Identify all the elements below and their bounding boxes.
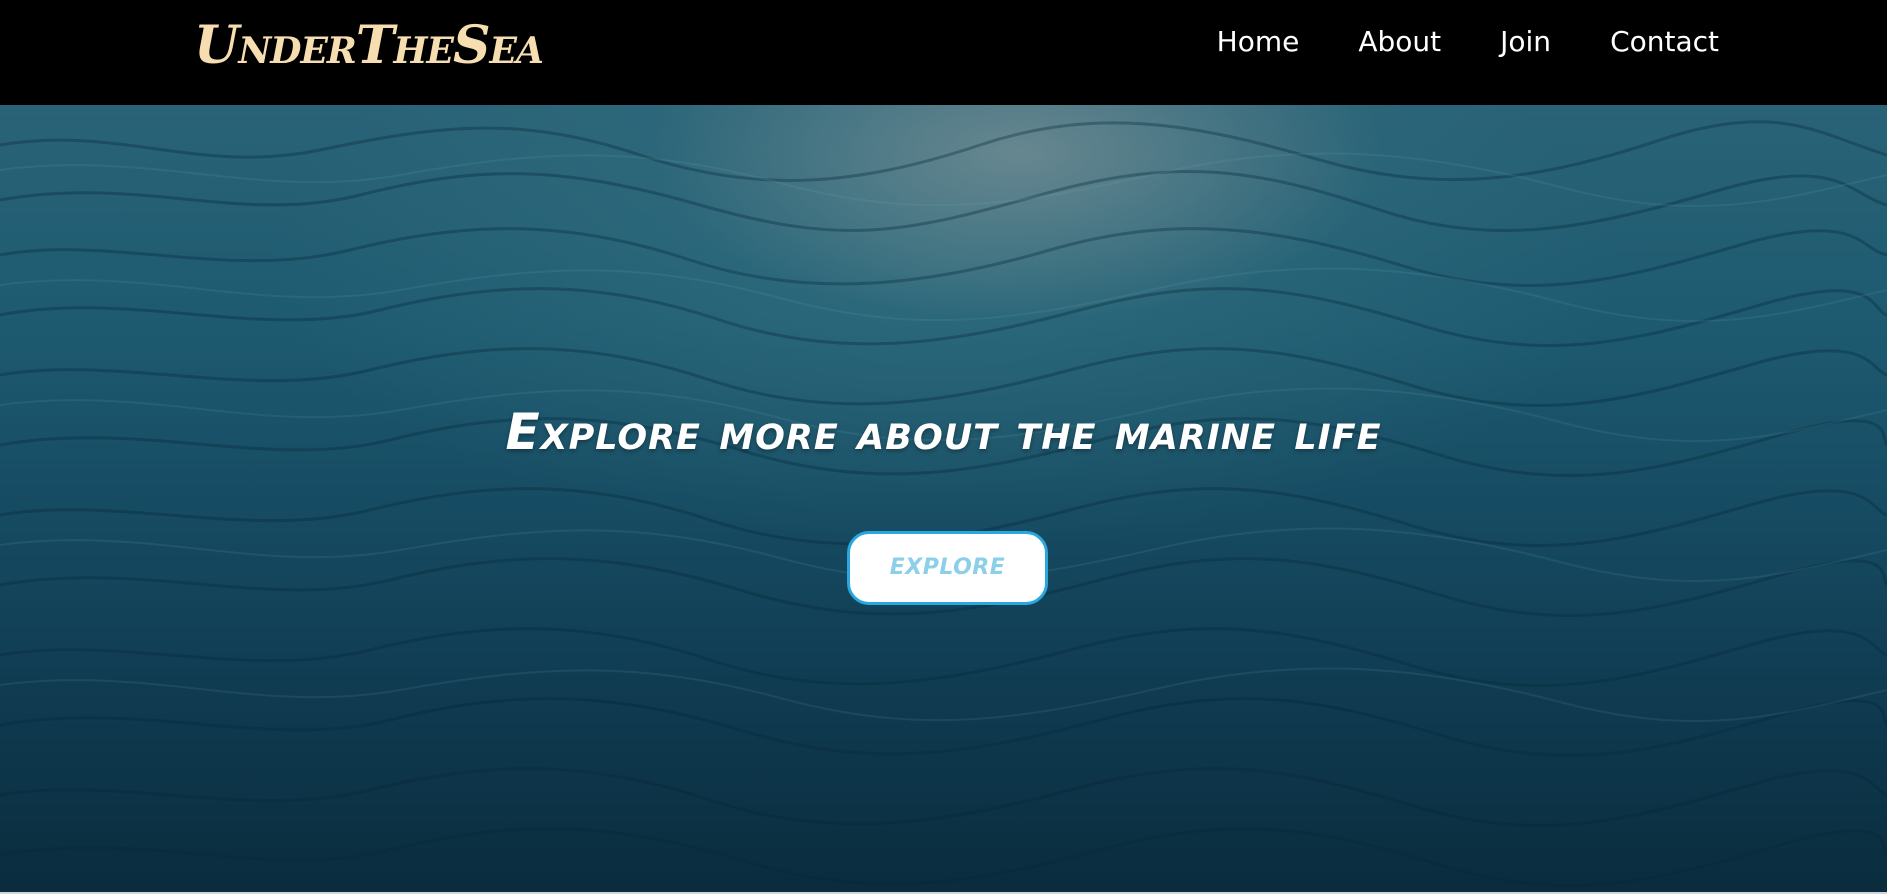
nav-link-contact[interactable]: Contact — [1610, 24, 1719, 60]
hero-section: Explore more about the marine life EXPLO… — [0, 105, 1887, 894]
navbar: UnderTheSea Home About Join Contact — [0, 0, 1887, 105]
brand-logo[interactable]: UnderTheSea — [194, 16, 544, 76]
nav-link-about[interactable]: About — [1358, 24, 1441, 60]
nav-link-join[interactable]: Join — [1500, 24, 1551, 60]
nav-link-home[interactable]: Home — [1217, 24, 1300, 60]
explore-button[interactable]: EXPLORE — [847, 531, 1048, 605]
nav-links: Home About Join Contact — [1158, 24, 1719, 60]
hero-background-image — [0, 120, 1887, 887]
hero-title: Explore more about the marine life — [505, 403, 1382, 461]
